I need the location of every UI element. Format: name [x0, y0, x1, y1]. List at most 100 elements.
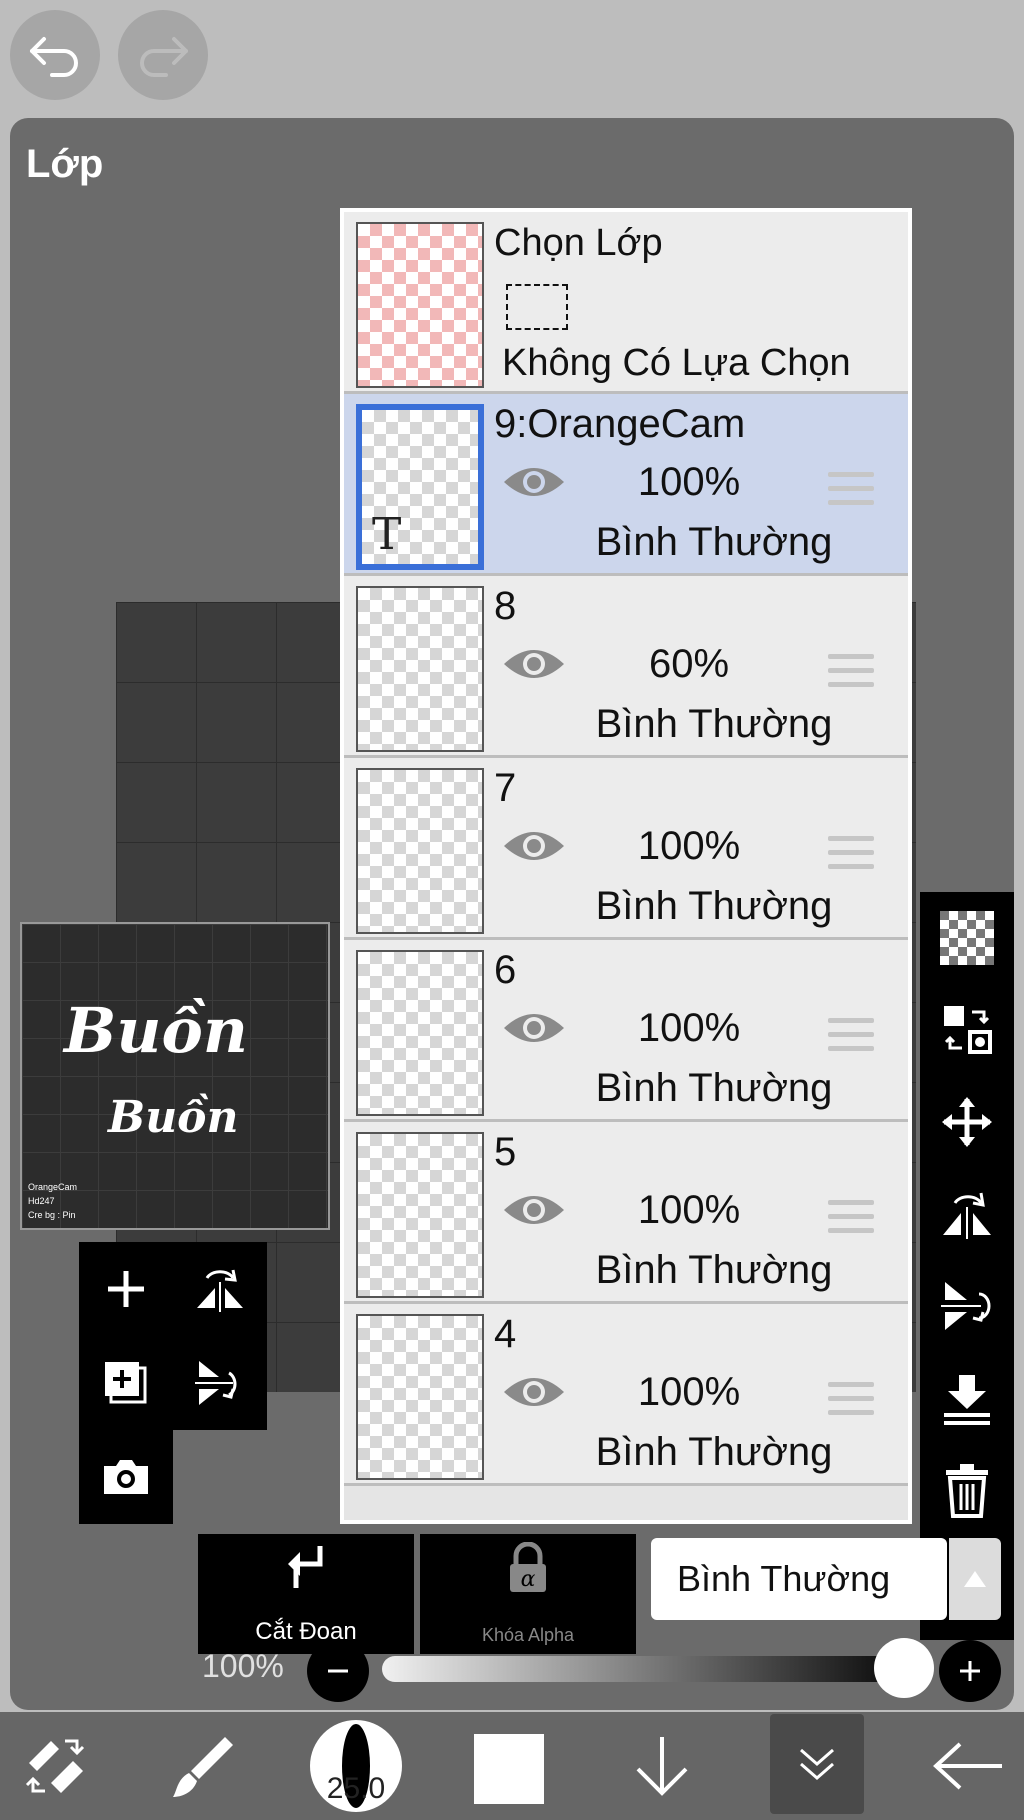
rotate-flip-button[interactable]: [920, 1168, 1014, 1260]
layer-name: 5: [494, 1130, 517, 1174]
selection-marquee-icon: [506, 284, 568, 330]
clip-arrow-icon: [288, 1546, 323, 1588]
merge-down-icon: [944, 1375, 990, 1425]
drag-handle-icon[interactable]: [828, 654, 874, 696]
selection-layer-row[interactable]: Chọn Lớp Không Có Lựa Chọn: [344, 212, 908, 394]
preview-big-text: Buồn: [64, 994, 248, 1067]
undo-icon: [30, 37, 78, 77]
redo-icon: [140, 37, 188, 77]
brush-size-button[interactable]: 25.0: [310, 1720, 402, 1812]
select-transfer-button[interactable]: [920, 984, 1014, 1076]
back-arrow-icon: [933, 1742, 1002, 1790]
add-layer-icon: [108, 1271, 144, 1307]
layer-row[interactable]: T 9:OrangeCam 100% Bình Thường: [344, 394, 908, 576]
layer-opacity: 100%: [637, 1370, 741, 1414]
eye-icon[interactable]: [502, 462, 566, 502]
layer-blend-mode: Bình Thường: [595, 520, 833, 564]
select-transfer-icon: [944, 1006, 992, 1054]
selection-layer-thumbnail: [356, 222, 484, 388]
add-image-layer-icon: [105, 1362, 147, 1404]
layer-name: 7: [494, 766, 517, 810]
layer-blend-mode: Bình Thường: [595, 1430, 833, 1474]
drag-handle-icon[interactable]: [828, 1018, 874, 1060]
drag-handle-icon[interactable]: [828, 1382, 874, 1424]
opacity-slider-knob[interactable]: [874, 1638, 934, 1698]
layer-thumbnail: [356, 586, 484, 752]
tool-switch-button[interactable]: [6, 1712, 106, 1820]
canvas-preview[interactable]: Buồn Buồn OrangeCam Hd247 Cre bg : Pin: [20, 922, 330, 1230]
transparency-icon: [940, 911, 994, 965]
layer-row[interactable]: 8 60% Bình Thường: [344, 576, 908, 758]
merge-down-button[interactable]: [920, 1352, 1014, 1444]
transparency-button[interactable]: [920, 892, 1014, 984]
move-button[interactable]: [920, 1076, 1014, 1168]
layer-panel: Lớp Buồn Buồn OrangeCam Hd247 Cre bg : P…: [10, 118, 1014, 1710]
layer-opacity: 100%: [637, 1006, 741, 1050]
preview-small-text: Buồn: [108, 1092, 239, 1143]
brush-tool-button[interactable]: [154, 1712, 254, 1820]
camera-button[interactable]: [79, 1430, 173, 1524]
lock-icon: α: [510, 1541, 546, 1592]
svg-text:α: α: [521, 1567, 536, 1592]
delete-layer-button[interactable]: [920, 1444, 1014, 1536]
eye-icon[interactable]: [502, 1008, 566, 1048]
eye-icon[interactable]: [502, 1372, 566, 1412]
drag-handle-icon[interactable]: [828, 472, 874, 514]
eye-icon[interactable]: [502, 1190, 566, 1230]
opacity-increase-button[interactable]: [939, 1640, 1001, 1702]
layer-thumbnail: [356, 1132, 484, 1298]
selection-layer-status: Không Có Lựa Chọn: [502, 342, 851, 384]
layer-opacity: 60%: [648, 642, 730, 686]
rotate-flip-icon: [943, 1192, 991, 1239]
flip-vertical-button[interactable]: [173, 1336, 267, 1430]
layer-name: 9:OrangeCam: [494, 402, 746, 446]
layer-row[interactable]: 4 100% Bình Thường: [344, 1304, 908, 1486]
undo-button[interactable]: [10, 10, 100, 100]
flip-horizontal-icon: [197, 1269, 243, 1312]
flip-vertical-rotate-icon: [941, 1282, 991, 1330]
clipping-button[interactable]: Cắt Đoạn: [198, 1534, 414, 1654]
redo-button[interactable]: [118, 10, 208, 100]
layer-row[interactable]: 7 100% Bình Thường: [344, 758, 908, 940]
flip-vertical-icon: [195, 1361, 237, 1405]
layer-blend-mode: Bình Thường: [595, 1066, 833, 1110]
layer-name: 6: [494, 948, 517, 992]
brush-icon: [173, 1737, 233, 1797]
layers-icon: [800, 1748, 834, 1780]
layer-blend-mode: Bình Thường: [595, 1248, 833, 1292]
color-picker-button[interactable]: [474, 1734, 544, 1804]
layer-opacity: 100%: [637, 824, 741, 868]
layer-opacity: 100%: [637, 460, 741, 504]
flip-vertical-rotate-button[interactable]: [920, 1260, 1014, 1352]
move-icon: [942, 1097, 992, 1147]
eye-icon[interactable]: [502, 644, 566, 684]
drag-handle-icon[interactable]: [828, 836, 874, 878]
layer-row[interactable]: 5 100% Bình Thường: [344, 1122, 908, 1304]
blend-mode-select[interactable]: Bình Thường: [651, 1538, 947, 1620]
text-layer-icon: T: [372, 509, 402, 560]
drag-handle-icon[interactable]: [828, 1200, 874, 1242]
alpha-lock-button[interactable]: α Khóa Alpha: [420, 1534, 636, 1654]
blend-mode-dropdown[interactable]: [949, 1538, 1001, 1620]
layer-row[interactable]: 6 100% Bình Thường: [344, 940, 908, 1122]
flip-horizontal-button[interactable]: [173, 1242, 267, 1336]
alpha-lock-label: Khóa Alpha: [481, 1625, 575, 1645]
opacity-decrease-button[interactable]: [307, 1640, 369, 1702]
opacity-label: 100%: [202, 1648, 284, 1684]
layer-opacity: 100%: [637, 1188, 741, 1232]
trash-icon: [946, 1464, 988, 1518]
layers-button[interactable]: [770, 1714, 864, 1814]
download-button[interactable]: [612, 1712, 712, 1820]
eye-icon[interactable]: [502, 826, 566, 866]
right-toolbar: [920, 892, 1014, 1640]
clipping-label: Cắt Đoạn: [255, 1618, 357, 1645]
plus-icon: [960, 1661, 980, 1681]
opacity-slider[interactable]: [382, 1656, 922, 1682]
add-image-layer-button[interactable]: [79, 1336, 173, 1430]
back-button[interactable]: [918, 1712, 1018, 1820]
preview-credit-2: Hd247: [28, 1196, 55, 1206]
add-layer-button[interactable]: [79, 1242, 173, 1336]
preview-credit-1: OrangeCam: [28, 1182, 78, 1192]
camera-icon: [104, 1460, 148, 1494]
layer-thumbnail: T: [356, 404, 484, 570]
